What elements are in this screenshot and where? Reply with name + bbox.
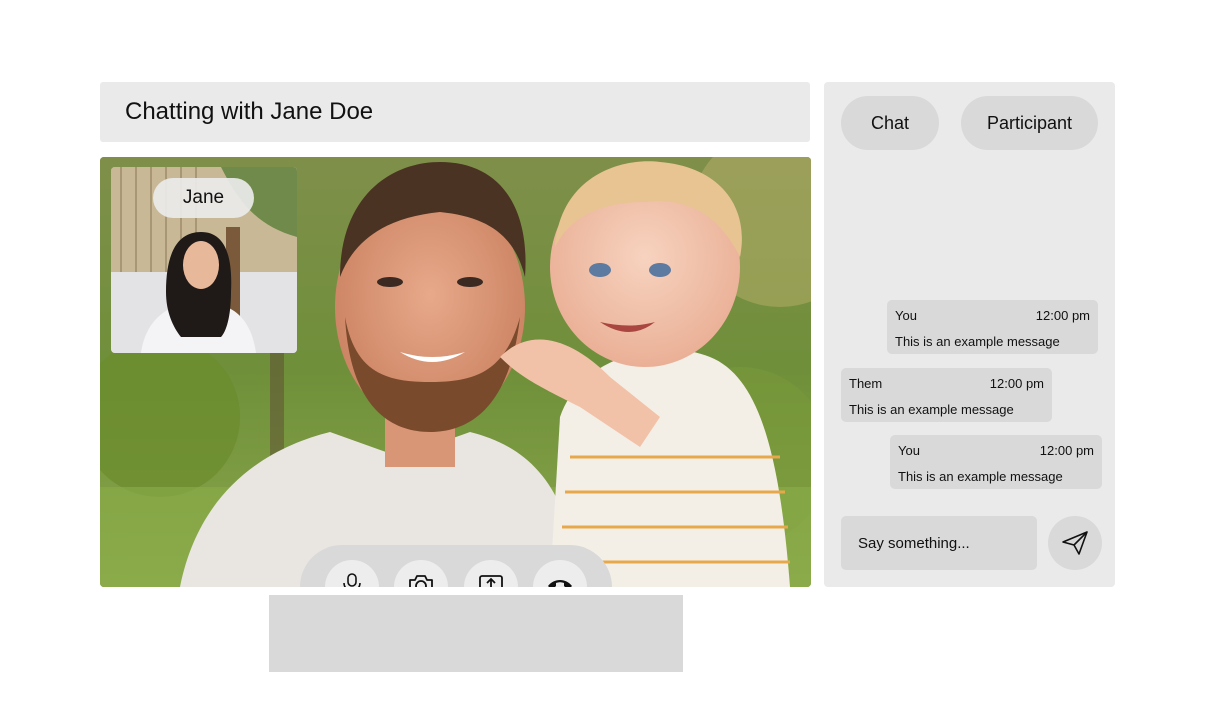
share-screen-button[interactable] — [464, 560, 518, 587]
tab-chat[interactable]: Chat — [841, 96, 939, 150]
message-sender: You — [895, 308, 917, 323]
message-time: 12:00 pm — [989, 376, 1044, 391]
send-message-button[interactable] — [1048, 516, 1102, 570]
side-panel: Chat Participant You 12:00 pm This is an… — [824, 82, 1115, 587]
message-text: This is an example message — [898, 469, 1063, 484]
end-call-button[interactable] — [533, 560, 587, 587]
chat-message: You 12:00 pm This is an example message — [887, 300, 1098, 354]
message-sender: Them — [849, 376, 883, 391]
message-sender: You — [898, 443, 920, 458]
camera-icon — [409, 575, 433, 587]
page-title: Chatting with Jane Doe — [125, 98, 374, 125]
send-icon — [1062, 531, 1088, 555]
chat-message-input[interactable] — [841, 516, 1037, 570]
call-controls — [300, 545, 612, 587]
message-time: 12:00 pm — [1039, 443, 1094, 458]
message-text: This is an example message — [849, 402, 1014, 417]
call-header: Chatting with Jane Doe — [100, 82, 810, 142]
message-text: This is an example message — [895, 334, 1060, 349]
message-time: 12:00 pm — [1035, 308, 1090, 323]
microphone-icon — [343, 573, 361, 587]
toggle-camera-button[interactable] — [394, 560, 448, 587]
share-screen-icon — [479, 575, 503, 587]
tab-participant[interactable]: Participant — [961, 96, 1098, 150]
bottom-placeholder-panel — [269, 595, 683, 672]
participant-name-label: Jane — [153, 178, 254, 218]
end-call-icon — [548, 580, 572, 587]
mute-microphone-button[interactable] — [325, 560, 379, 587]
chat-message: You 12:00 pm This is an example message — [890, 435, 1102, 489]
chat-message: Them 12:00 pm This is an example message — [841, 368, 1052, 422]
